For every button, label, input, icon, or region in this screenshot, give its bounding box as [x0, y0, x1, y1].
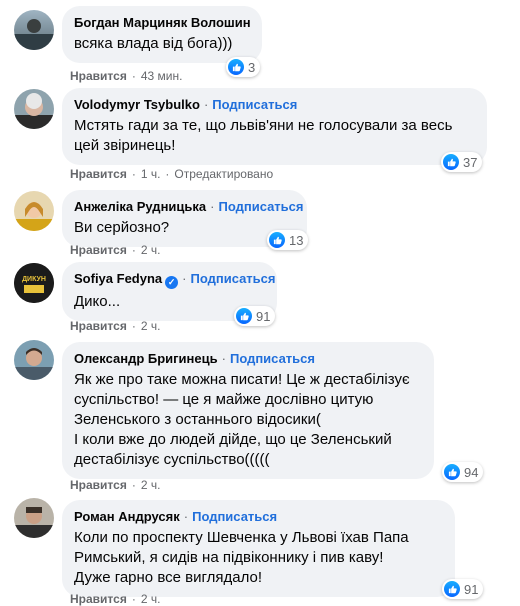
follow-button[interactable]: Подписаться [190, 271, 275, 286]
comment-bubble: Олександр Бригинець · Подписаться Як же пр… [62, 342, 434, 479]
follow-button[interactable]: Подписаться [212, 97, 297, 112]
comment-meta: Нравится · 2 ч. [70, 319, 161, 333]
like-button[interactable]: Нравится [70, 243, 127, 257]
comment-text: Як же про таке можна писати! Це ж дестаб… [74, 371, 410, 468]
follow-button[interactable]: Подписаться [218, 199, 303, 214]
like-reaction-icon [444, 464, 460, 480]
like-button[interactable]: Нравится [70, 167, 127, 181]
avatar[interactable] [14, 10, 54, 50]
avatar[interactable] [14, 498, 54, 538]
reaction-count[interactable]: 91 [234, 306, 276, 326]
timestamp[interactable]: 2 ч. [141, 243, 161, 257]
avatar[interactable] [14, 340, 54, 380]
comment-meta: Нравится · 2 ч. [70, 478, 161, 492]
comment-text: Мстять гади за те, що львів'яни не голос… [74, 117, 453, 154]
comment-meta: Нравится · 2 ч. [70, 243, 161, 257]
svg-text:ДИКУН: ДИКУН [22, 276, 46, 283]
timestamp[interactable]: 2 ч. [141, 319, 161, 333]
avatar[interactable] [14, 89, 54, 129]
verified-badge-icon: ✓ [165, 276, 179, 289]
like-reaction-icon [236, 308, 252, 324]
edited-label: Отредактировано [174, 167, 274, 181]
reaction-count[interactable]: 13 [267, 230, 309, 250]
like-button[interactable]: Нравится [70, 592, 127, 606]
reaction-count[interactable]: 37 [441, 152, 483, 172]
timestamp[interactable]: 2 ч. [141, 478, 161, 492]
timestamp[interactable]: 43 мин. [141, 69, 183, 83]
timestamp[interactable]: 2 ч. [141, 592, 161, 606]
reaction-count[interactable]: 94 [442, 462, 484, 482]
comment-bubble: Богдан Марциняк Волошин всяка влада від … [62, 6, 262, 63]
reaction-count[interactable]: 3 [226, 57, 261, 77]
author-name[interactable]: Богдан Марциняк Волошин [74, 15, 251, 30]
comment-bubble: Роман Андрусяк · Подписаться Коли по просп… [62, 500, 455, 597]
follow-button[interactable]: Подписаться [230, 351, 315, 366]
author-name[interactable]: Анжеліка Рудницька [74, 199, 206, 214]
author-name[interactable]: Олександр Бригинець [74, 351, 218, 366]
author-name[interactable]: Роман Андрусяк [74, 509, 180, 524]
profile-photo-icon [14, 93, 54, 129]
profile-photo-icon: ДИКУН [14, 263, 54, 303]
profile-photo-icon [14, 507, 54, 538]
like-button[interactable]: Нравится [70, 319, 127, 333]
like-reaction-icon [269, 232, 285, 248]
comment-text: всяка влада від бога))) [74, 35, 233, 52]
comment-meta: Нравится · 1 ч. · Отредактировано [70, 167, 274, 181]
comment-bubble: Volodymyr Tsybulko · Подписаться Мстять га… [62, 88, 487, 165]
avatar[interactable] [14, 191, 54, 231]
comment-meta: Нравится · 43 мин. [70, 69, 183, 83]
like-button[interactable]: Нравится [70, 478, 127, 492]
profile-photo-icon [14, 202, 54, 231]
like-reaction-icon [443, 154, 459, 170]
like-reaction-icon [444, 581, 460, 597]
reaction-count[interactable]: 91 [442, 579, 484, 599]
author-name[interactable]: Sofiya Fedyna [74, 271, 162, 286]
follow-button[interactable]: Подписаться [192, 509, 277, 524]
comment-meta: Нравится · 2 ч. [70, 592, 161, 606]
comment-text: Ви серйозно? [74, 219, 170, 236]
like-button[interactable]: Нравится [70, 69, 127, 83]
comment-text: Коли по проспекту Шевченка у Львові їхав… [74, 529, 409, 586]
author-name[interactable]: Volodymyr Tsybulko [74, 97, 200, 112]
like-reaction-icon [228, 59, 244, 75]
avatar[interactable]: ДИКУН [14, 263, 54, 303]
timestamp[interactable]: 1 ч. [141, 167, 161, 181]
profile-photo-icon [14, 19, 54, 50]
profile-photo-icon [14, 348, 54, 380]
